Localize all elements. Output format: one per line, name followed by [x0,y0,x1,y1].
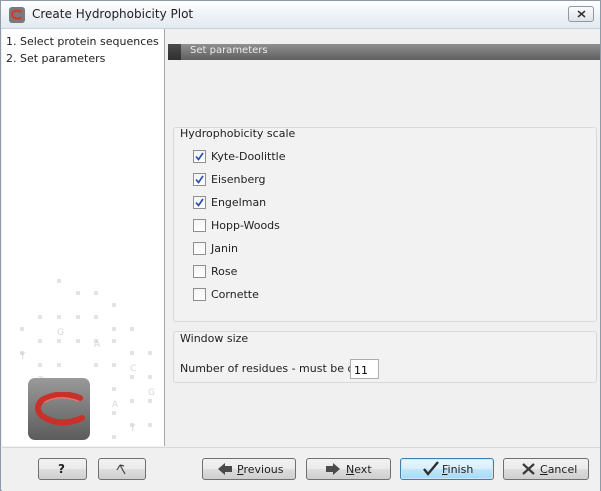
checkmark-icon [195,198,204,207]
checkmark-icon [423,461,439,476]
section-title: Set parameters [190,45,268,56]
window-title: Create Hydrophobicity Plot [32,7,194,21]
dialog-window: Create Hydrophobicity Plot 1. Select pro… [0,0,601,491]
checkbox[interactable] [193,196,206,209]
clc-logo-icon [9,7,25,23]
previous-button[interactable]: Previous [202,458,296,480]
help-button[interactable]: ? [38,458,87,480]
next-button-label: Next [346,463,372,476]
svg-text:T: T [19,352,26,362]
reset-button[interactable] [98,458,146,480]
main-content: Set parameters Hydrophobicity scale Kyte… [165,29,600,446]
checkbox[interactable] [193,242,206,255]
checkbox-label: Janin [211,242,238,255]
checkbox-label: Rose [211,265,238,278]
window-size-title: Window size [180,332,249,345]
svg-text:T: T [129,424,136,434]
checkbox[interactable] [193,150,206,163]
previous-button-label: Previous [237,463,284,476]
cancel-button[interactable]: Cancel [503,458,589,480]
checkbox[interactable] [193,219,206,232]
help-button-label: ? [58,462,65,476]
checkbox-label: Kyte-Doolittle [211,150,286,163]
section-marker [168,44,181,60]
previous-label-rest: revious [243,463,284,476]
checkmark-icon [195,152,204,161]
left-arrow-icon [218,463,232,475]
checkbox-label: Eisenberg [211,173,266,186]
svg-text:A: A [112,400,119,410]
checkbox[interactable] [193,173,206,186]
reset-arrow-icon [116,464,126,475]
cancel-label-rest: ancel [547,463,578,476]
finish-button[interactable]: Finish [400,458,494,480]
hydrophobicity-scale-group: Hydrophobicity scale Kyte-Doolittle Eisen… [173,127,597,322]
close-x-icon [577,10,586,18]
cancel-x-icon [522,463,535,475]
button-bar: ? Previous Next Finish Cancel [2,447,600,491]
wizard-steps-panel: 1. Select protein sequences 2. Set param… [2,29,165,446]
window-size-input[interactable] [350,359,379,379]
svg-text:A: A [94,340,101,350]
hydrophobicity-scale-title: Hydrophobicity scale [180,127,296,140]
checkbox[interactable] [193,288,206,301]
checkbox[interactable] [193,265,206,278]
checkbox-label: Engelman [211,196,267,209]
cancel-button-label: Cancel [540,463,577,476]
next-button[interactable]: Next [306,458,391,480]
svg-text:C: C [130,364,136,374]
cancel-mnemonic: C [540,463,548,476]
svg-text:G: G [57,328,64,338]
clc-logo [28,378,90,440]
finish-label-rest: inish [447,463,474,476]
checkbox-label: Hopp-Woods [211,219,280,232]
close-button[interactable] [568,6,594,22]
svg-text:G: G [148,388,155,398]
title-bar[interactable]: Create Hydrophobicity Plot [1,1,600,29]
section-header: Set parameters [168,44,600,60]
window-size-group: Window size Number of residues - must be… [173,331,597,383]
clc-swoosh-icon [35,392,85,426]
right-arrow-icon [326,463,340,475]
window-size-label: Number of residues - must be odd: [180,362,372,375]
checkmark-icon [195,175,204,184]
next-mnemonic: N [346,463,355,476]
checkbox-label: Cornette [211,288,259,301]
next-label-rest: ext [354,463,372,476]
finish-button-label: Finish [442,463,473,476]
